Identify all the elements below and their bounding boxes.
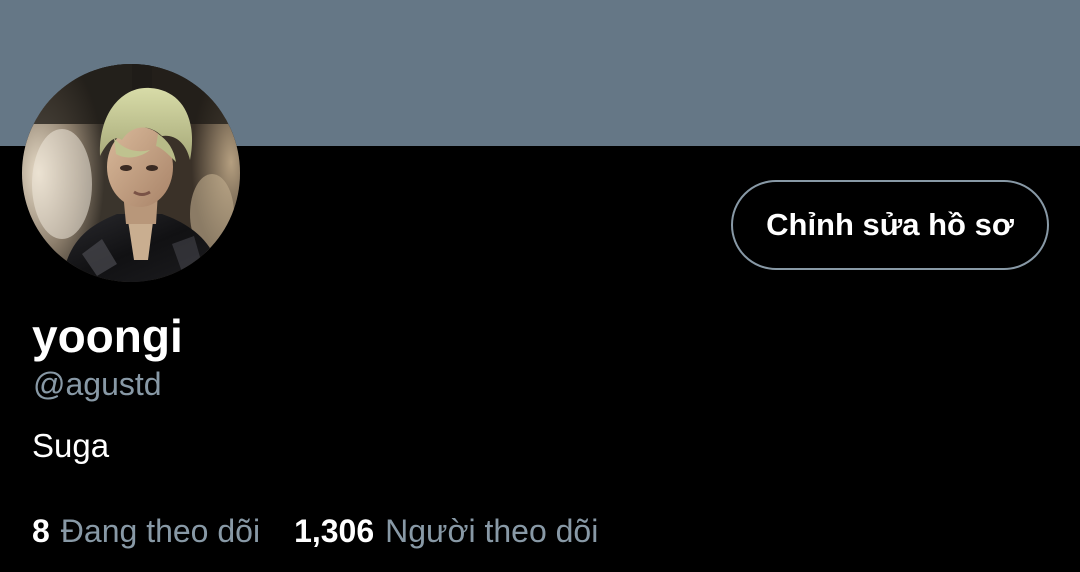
profile-bio: Suga: [32, 427, 110, 464]
following-label: Đang theo dõi: [60, 513, 261, 549]
edit-profile-button[interactable]: Chỉnh sửa hồ sơ: [731, 180, 1049, 270]
user-handle: @agustd: [33, 366, 162, 402]
avatar-photo: [22, 64, 240, 282]
following-stat[interactable]: 8 Đang theo dõi: [32, 510, 260, 552]
profile-page: Chỉnh sửa hồ sơ yoongi @agustd Suga 8 Đa…: [0, 0, 1080, 572]
following-count: 8: [32, 513, 50, 549]
followers-stat[interactable]: 1,306 Người theo dõi: [294, 510, 598, 552]
followers-label: Người theo dõi: [385, 513, 599, 549]
display-name: yoongi: [32, 310, 183, 362]
avatar[interactable]: [22, 64, 240, 282]
follow-stats: 8 Đang theo dõi 1,306 Người theo dõi: [32, 510, 598, 552]
followers-count: 1,306: [294, 513, 375, 549]
